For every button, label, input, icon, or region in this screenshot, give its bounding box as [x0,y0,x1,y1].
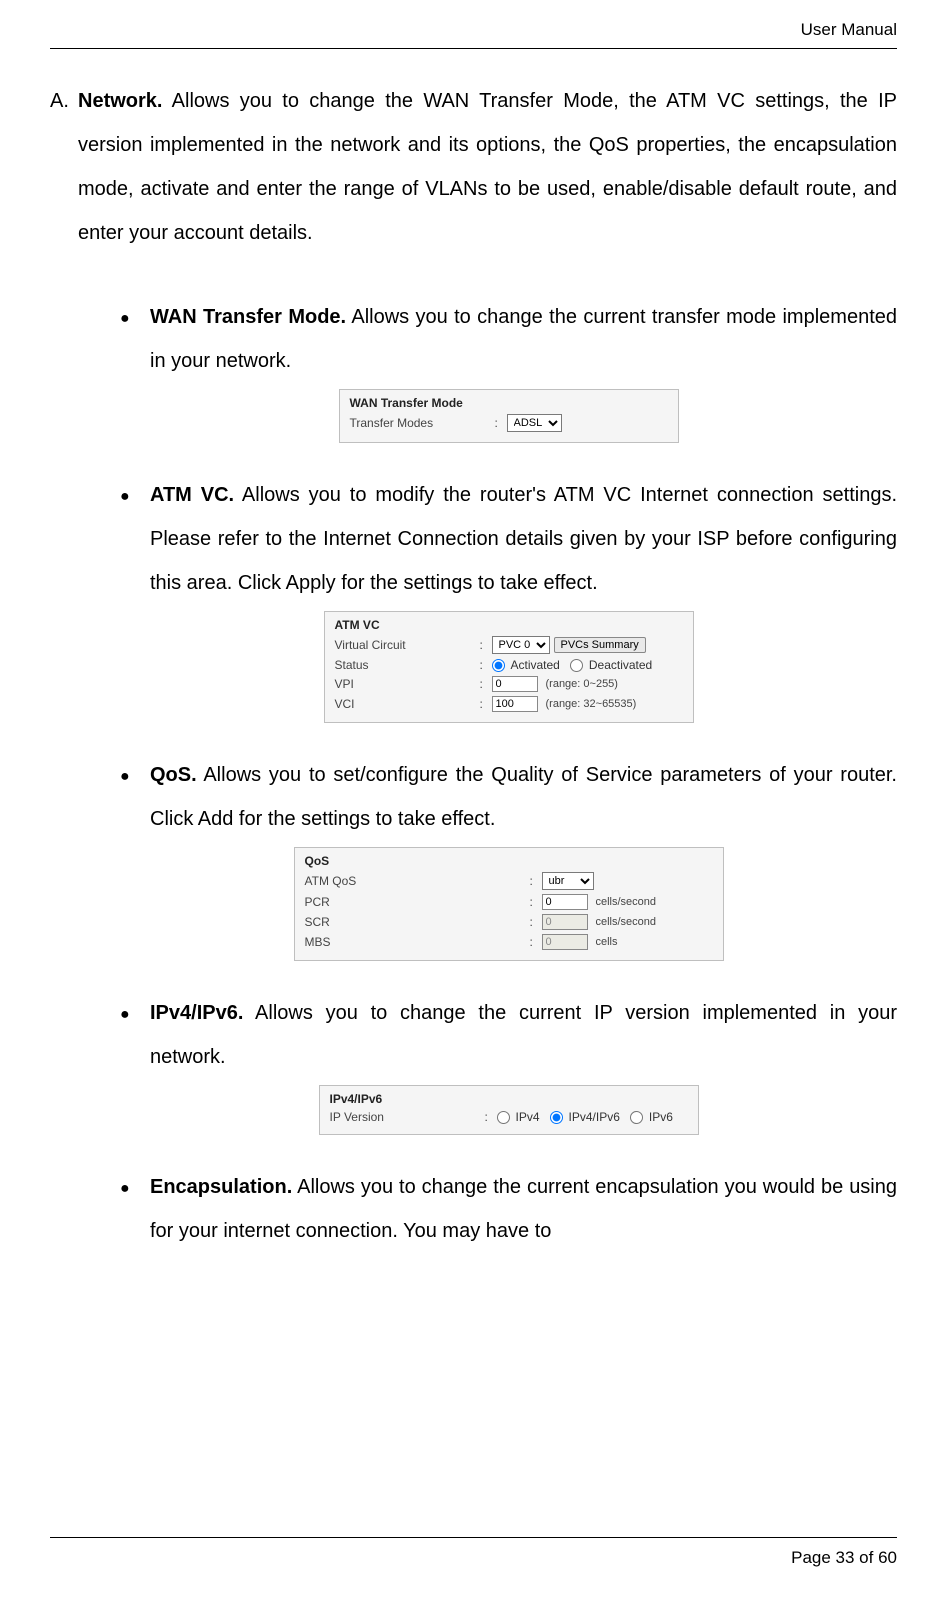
ipversion-label: IP Version [330,1110,485,1124]
bullet-wan: ● WAN Transfer Mode. Allows you to chang… [120,295,897,443]
wan-transfer-ui: WAN Transfer Mode Transfer Modes : ADSL [339,389,679,443]
bullet-wan-label: WAN Transfer Mode. [150,306,346,328]
bullet-icon: ● [120,1165,150,1253]
page-number-total: of 60 [854,1548,897,1567]
wan-row-label: Transfer Modes [350,416,495,430]
bullet-atm: ● ATM VC. Allows you to modify the route… [120,473,897,723]
ipv4ipv6-radio[interactable] [550,1111,563,1124]
ipv4-label: IPv4 [516,1110,540,1124]
bullet-icon: ● [120,991,150,1079]
bullet-ipv: ● IPv4/IPv6. Allows you to change the cu… [120,991,897,1135]
bullet-encap-label: Encapsulation. [150,1176,292,1198]
bullet-atm-text-container: ATM VC. Allows you to modify the router'… [150,473,897,605]
scr-input[interactable] [542,914,588,930]
wan-row: Transfer Modes : ADSL [350,412,668,434]
ipv-ui-title: IPv4/IPv6 [330,1092,688,1106]
pcr-label: PCR [305,895,530,909]
vci-hint: (range: 32~65535) [546,698,637,710]
bullet-atm-label: ATM VC. [150,484,234,506]
bullet-ipv-text-container: IPv4/IPv6. Allows you to change the curr… [150,991,897,1079]
status-deactivated-radio[interactable] [570,659,583,672]
atm-ui-title: ATM VC [335,618,683,632]
bullet-atm-text: Allows you to modify the router's ATM VC… [150,484,897,594]
mbs-unit: cells [596,936,618,948]
vpi-label: VPI [335,677,480,691]
section-a: A. Network. Allows you to change the WAN… [50,79,897,255]
header-title: User Manual [801,20,897,39]
bullet-qos-text-container: QoS. Allows you to set/configure the Qua… [150,753,897,841]
page-header: User Manual [50,20,897,49]
section-a-marker: A. [50,79,78,255]
scr-unit: cells/second [596,916,657,928]
mbs-label: MBS [305,935,530,949]
page: User Manual A. Network. Allows you to ch… [0,0,947,1598]
status-label: Status [335,658,480,672]
vci-input[interactable] [492,696,538,712]
ipv-ui: IPv4/IPv6 IP Version : IPv4 IPv4/IPv6 IP… [319,1085,699,1135]
bullet-encap: ● Encapsulation. Allows you to change th… [120,1165,897,1253]
pcr-input[interactable] [542,894,588,910]
status-deactivated-label: Deactivated [589,658,652,672]
ipv4-radio[interactable] [497,1111,510,1124]
ipv6-label: IPv6 [649,1110,673,1124]
vpi-hint: (range: 0~255) [546,678,618,690]
section-a-body: Network. Allows you to change the WAN Tr… [78,79,897,255]
atmqos-label: ATM QoS [305,874,530,888]
pvc-select[interactable]: PVC 0 [492,636,550,654]
vpi-input[interactable] [492,676,538,692]
ipv6-radio[interactable] [630,1111,643,1124]
bullet-encap-text-container: Encapsulation. Allows you to change the … [150,1165,897,1253]
content: A. Network. Allows you to change the WAN… [50,79,897,1537]
atm-vc-ui: ATM VC Virtual Circuit : PVC 0 PVCs Summ… [324,611,694,723]
qos-ui-title: QoS [305,854,713,868]
mbs-input[interactable] [542,934,588,950]
status-activated-label: Activated [511,658,560,672]
bullet-icon: ● [120,295,150,383]
status-activated-radio[interactable] [492,659,505,672]
qos-ui: QoS ATM QoS : ubr PCR : cells/second [294,847,724,961]
section-a-label: Network. [78,90,162,112]
bullet-ipv-label: IPv4/IPv6. [150,1002,243,1024]
section-a-text: Allows you to change the WAN Transfer Mo… [78,90,897,244]
page-number-current: Page 33 [791,1548,854,1567]
pcr-unit: cells/second [596,896,657,908]
vc-label: Virtual Circuit [335,638,480,652]
ipv4ipv6-label: IPv4/IPv6 [569,1110,620,1124]
bullet-qos-text: Allows you to set/configure the Quality … [150,764,897,830]
bullet-qos-label: QoS. [150,764,197,786]
vci-label: VCI [335,697,480,711]
bullet-icon: ● [120,473,150,605]
atmqos-select[interactable]: ubr [542,872,594,890]
transfer-mode-select[interactable]: ADSL [507,414,562,432]
bullet-ipv-text: Allows you to change the current IP vers… [150,1002,897,1068]
bullet-icon: ● [120,753,150,841]
wan-ui-title: WAN Transfer Mode [350,396,668,410]
pvcs-summary-button[interactable]: PVCs Summary [554,637,646,653]
scr-label: SCR [305,915,530,929]
bullet-qos: ● QoS. Allows you to set/configure the Q… [120,753,897,961]
bullet-wan-text-container: WAN Transfer Mode. Allows you to change … [150,295,897,383]
page-footer: Page 33 of 60 [50,1537,897,1568]
